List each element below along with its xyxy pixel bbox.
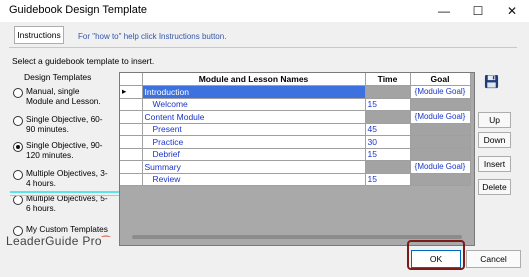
table-row[interactable]: Review 15 — [120, 173, 471, 186]
row-indicator — [120, 148, 143, 161]
render-artifact — [10, 195, 130, 196]
row-indicator — [120, 123, 143, 136]
close-button[interactable]: ✕ — [495, 0, 529, 22]
row-indicator-header — [120, 73, 143, 86]
save-icon[interactable] — [484, 74, 499, 89]
leaderguide-logo: LeaderGuide Pro⁀ — [6, 234, 110, 248]
cell-goal[interactable]: {Module Goal} — [410, 160, 471, 174]
header-row: Module and Lesson Names Time Goal — [120, 73, 471, 86]
table-row[interactable]: Content Module {Module Goal} — [120, 110, 471, 124]
cell-time[interactable]: 15 — [365, 173, 411, 186]
design-template-option[interactable]: Multiple Objectives, 5-6 hours. — [13, 193, 108, 213]
table-row[interactable]: ▸ Introduction {Module Goal} — [120, 85, 471, 99]
cell-time[interactable]: 15 — [365, 98, 411, 111]
template-table: Module and Lesson Names Time Goal ▸ Intro… — [120, 73, 471, 186]
table-row[interactable]: Welcome 15 — [120, 98, 471, 111]
logo-swoosh-icon: ⁀ — [101, 237, 111, 248]
cell-name[interactable]: Review — [142, 173, 366, 186]
design-template-label: My Custom Templates — [26, 224, 108, 234]
maximize-button[interactable]: ☐ — [461, 0, 495, 22]
window-title: Guidebook Design Template — [9, 4, 147, 16]
row-indicator — [120, 110, 143, 124]
cell-time[interactable] — [365, 110, 411, 124]
cell-goal[interactable]: {Module Goal} — [410, 85, 471, 99]
cell-goal[interactable] — [410, 123, 471, 136]
insert-button[interactable]: Insert — [478, 156, 511, 172]
cell-goal[interactable] — [410, 173, 471, 186]
row-indicator — [120, 173, 143, 186]
design-template-label: Single Objective, 90-120 minutes. — [26, 140, 103, 160]
cell-name[interactable]: Summary — [142, 160, 366, 174]
design-template-option[interactable]: Manual, single Module and Lesson. — [13, 86, 108, 106]
cell-time[interactable]: 30 — [365, 135, 411, 149]
column-header-name[interactable]: Module and Lesson Names — [142, 73, 366, 86]
select-template-label: Select a guidebook template to insert. — [12, 56, 155, 66]
cell-time[interactable] — [365, 85, 411, 99]
instructions-button[interactable]: Instructions — [14, 26, 64, 44]
logo-text: LeaderGuide Pro — [6, 234, 102, 248]
design-template-option[interactable]: Multiple Objectives, 3-4 hours. — [13, 168, 108, 188]
design-template-option[interactable]: Single Objective, 90-120 minutes. — [13, 140, 108, 160]
design-template-label: Manual, single Module and Lesson. — [26, 86, 101, 106]
table-row[interactable]: Summary {Module Goal} — [120, 160, 471, 174]
cell-goal[interactable]: {Module Goal} — [410, 110, 471, 124]
divider — [9, 47, 517, 48]
design-template-label: Single Objective, 60-90 minutes. — [26, 114, 103, 134]
cell-goal[interactable] — [410, 98, 471, 111]
radio-selected-icon[interactable] — [13, 142, 23, 152]
cell-name[interactable]: Content Module — [142, 110, 366, 124]
cell-name[interactable]: Practice — [142, 135, 366, 149]
cell-name[interactable]: Debrief — [142, 148, 366, 161]
design-template-label: Multiple Objectives, 5-6 hours. — [26, 193, 108, 213]
cell-time[interactable]: 45 — [365, 123, 411, 136]
move-down-button[interactable]: Down — [478, 132, 511, 148]
radio-icon[interactable] — [13, 116, 23, 126]
cell-time[interactable]: 15 — [365, 148, 411, 161]
row-indicator — [120, 98, 143, 111]
cell-time[interactable] — [365, 160, 411, 174]
design-template-label: Multiple Objectives, 3-4 hours. — [26, 168, 108, 188]
radio-icon[interactable] — [13, 170, 23, 180]
cell-name[interactable]: Welcome — [142, 98, 366, 111]
radio-icon[interactable] — [13, 88, 23, 98]
cell-name[interactable]: Present — [142, 123, 366, 136]
template-grid[interactable]: Module and Lesson Names Time Goal ▸ Intro… — [119, 72, 475, 246]
row-indicator: ▸ — [120, 85, 143, 99]
minimize-button[interactable]: — — [427, 0, 461, 22]
design-template-option[interactable]: Single Objective, 60-90 minutes. — [13, 114, 108, 134]
howto-hint: For "how to" help click Instructions but… — [78, 32, 227, 41]
table-row[interactable]: Practice 30 — [120, 135, 471, 149]
cell-name[interactable]: Introduction — [142, 85, 366, 99]
table-row[interactable]: Debrief 15 — [120, 148, 471, 161]
delete-button[interactable]: Delete — [478, 179, 511, 195]
render-artifact — [10, 191, 130, 193]
column-header-goal[interactable]: Goal — [410, 73, 471, 86]
design-templates-title: Design Templates — [24, 72, 92, 82]
title-bar: Guidebook Design Template — ☐ ✕ — [0, 0, 529, 22]
row-indicator — [120, 135, 143, 149]
row-indicator — [120, 160, 143, 174]
design-templates-group: Design Templates Manual, single Module a… — [10, 72, 130, 236]
table-row[interactable]: Present 45 — [120, 123, 471, 136]
column-header-time[interactable]: Time — [365, 73, 411, 86]
ok-button[interactable]: OK — [411, 250, 461, 268]
radio-icon[interactable] — [13, 195, 23, 205]
cell-goal[interactable] — [410, 148, 471, 161]
cancel-button[interactable]: Cancel — [466, 250, 521, 268]
horizontal-scrollbar[interactable] — [132, 235, 462, 239]
move-up-button[interactable]: Up — [478, 112, 511, 128]
cell-goal[interactable] — [410, 135, 471, 149]
